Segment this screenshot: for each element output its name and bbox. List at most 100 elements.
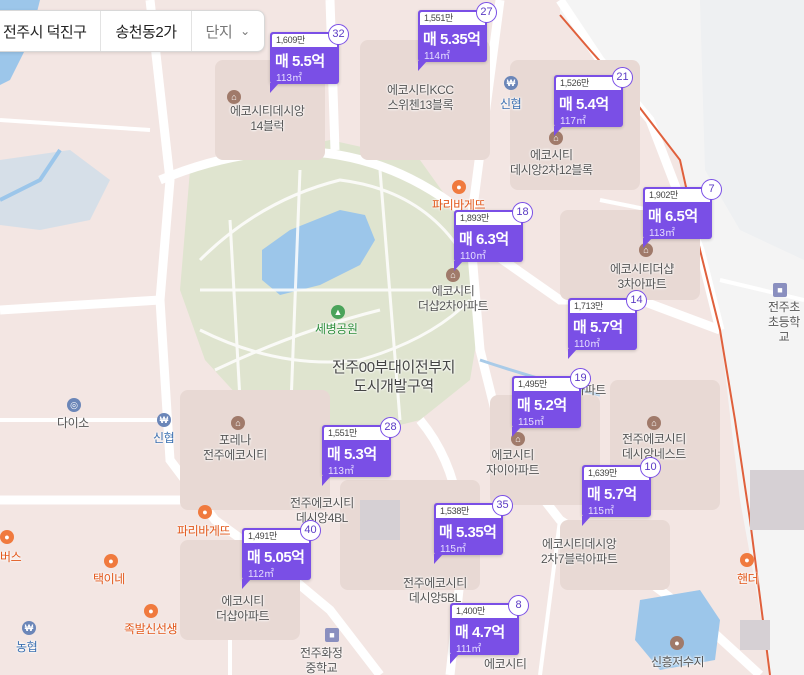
chevron-down-icon: ⌄ bbox=[240, 24, 250, 38]
listing-count-badge: 18 bbox=[512, 202, 533, 223]
listing-count-badge: 27 bbox=[476, 2, 497, 23]
listing-count-badge: 32 bbox=[328, 24, 349, 45]
complex-type-label: 단지 bbox=[205, 23, 233, 41]
breadcrumb-dong[interactable]: 송천동2가 bbox=[100, 11, 190, 51]
place-label: 전주에코시티 데시앙5BL bbox=[403, 576, 467, 605]
area-label: 113㎡ bbox=[276, 73, 302, 84]
place-label: 에코시티더샵 3차아파트 bbox=[610, 262, 674, 291]
place-label: 포레나 전주에코시티 bbox=[203, 433, 267, 462]
complex-price-marker[interactable]: 1,639만 매 5.7억 115㎡ 10 bbox=[582, 457, 661, 526]
place-label: 전주화정 중학교 bbox=[300, 646, 343, 675]
complex-price-marker[interactable]: 1,491만 매 5.05억 112㎡ 40 bbox=[242, 520, 321, 589]
area-label: 115㎡ bbox=[588, 506, 614, 517]
restaurant-icon: ● bbox=[740, 553, 754, 567]
sale-price-label: 매 6.5억 bbox=[648, 208, 698, 225]
complex-price-marker[interactable]: 1,538만 매 5.35억 115㎡ 35 bbox=[434, 495, 513, 564]
place-label: 에코시티데시앙 14블럭 bbox=[230, 104, 305, 133]
sale-price-label: 매 5.3억 bbox=[327, 446, 377, 463]
sale-price-label: 매 4.7억 bbox=[455, 624, 505, 641]
complex-price-marker[interactable]: 1,526만 매 5.4억 117㎡ 21 bbox=[554, 67, 633, 136]
place-label: 에코시티 더샵아파트 bbox=[216, 594, 270, 623]
area-label: 113㎡ bbox=[328, 466, 354, 477]
school-icon: ■ bbox=[773, 283, 787, 297]
marker-tail bbox=[643, 238, 652, 248]
bank-icon: ₩ bbox=[157, 413, 171, 427]
apartment-icon: ⌂ bbox=[227, 90, 241, 104]
listing-count-badge: 40 bbox=[300, 520, 321, 541]
listing-count-badge: 8 bbox=[508, 595, 529, 616]
place-label: 세병공원 bbox=[315, 322, 358, 336]
apartment-icon: ⌂ bbox=[231, 416, 245, 430]
area-label: 112㎡ bbox=[248, 569, 274, 580]
listing-count-badge: 21 bbox=[612, 67, 633, 88]
place-label: 버스 bbox=[0, 550, 22, 564]
restaurant-icon: ● bbox=[0, 530, 14, 544]
area-label: 114㎡ bbox=[424, 51, 450, 62]
place-label: 파리바게뜨 bbox=[177, 524, 231, 538]
complex-price-marker[interactable]: 1,495만 매 5.2억 115㎡ 19 bbox=[512, 368, 591, 437]
listing-count-badge: 19 bbox=[570, 368, 591, 389]
area-label: 115㎡ bbox=[518, 417, 544, 428]
marker-tail bbox=[512, 427, 521, 437]
complex-price-marker[interactable]: 1,893만 매 6.3억 110㎡ 18 bbox=[454, 202, 533, 271]
reservoir-icon: ● bbox=[670, 636, 684, 650]
place-label: 신흥저수지 bbox=[651, 655, 705, 669]
bank-icon: ₩ bbox=[504, 76, 518, 90]
area-label: 110㎡ bbox=[574, 339, 600, 350]
marker-tail bbox=[322, 476, 331, 486]
place-label: 농협 bbox=[16, 640, 38, 654]
breadcrumb-region[interactable]: 전주시 덕진구 bbox=[0, 11, 100, 51]
region-breadcrumb: 전주시 덕진구 송천동2가 단지 ⌄ bbox=[0, 10, 265, 52]
shop-icon: ◎ bbox=[67, 398, 81, 412]
sale-price-label: 매 5.7억 bbox=[587, 486, 637, 503]
restaurant-icon: ● bbox=[198, 505, 212, 519]
park-icon: ▲ bbox=[331, 305, 345, 319]
marker-tail bbox=[434, 554, 443, 564]
restaurant-icon: ● bbox=[104, 554, 118, 568]
sale-price-label: 매 6.3억 bbox=[459, 231, 509, 248]
place-label: 에코시티 bbox=[484, 657, 527, 671]
place-label: 에코시티KCC 스위첸13블록 bbox=[387, 83, 454, 112]
listing-count-badge: 28 bbox=[380, 417, 401, 438]
complex-type-dropdown[interactable]: 단지 ⌄ bbox=[190, 11, 264, 51]
sale-price-label: 매 5.7억 bbox=[573, 319, 623, 336]
complex-price-marker[interactable]: 1,713만 매 5.7억 110㎡ 14 bbox=[568, 290, 647, 359]
place-label: 핸더 bbox=[737, 572, 759, 586]
place-label: 전주에코시티 데시앙4BL bbox=[290, 496, 354, 525]
place-label: 다이소 bbox=[57, 416, 89, 430]
complex-price-marker[interactable]: 1,551만 매 5.3억 113㎡ 28 bbox=[322, 417, 401, 486]
restaurant-icon: ● bbox=[144, 604, 158, 618]
apartment-icon: ⌂ bbox=[647, 416, 661, 430]
marker-tail bbox=[270, 83, 279, 93]
place-label: 신협 bbox=[500, 97, 522, 111]
complex-price-marker[interactable]: 1,902만 매 6.5억 113㎡ 7 bbox=[643, 179, 722, 248]
listing-count-badge: 35 bbox=[492, 495, 513, 516]
bank-icon: ₩ bbox=[22, 621, 36, 635]
complex-price-marker[interactable]: 1,609만 매 5.5억 113㎡ 32 bbox=[270, 24, 349, 93]
sale-price-label: 매 5.2억 bbox=[517, 397, 567, 414]
place-label: 택이네 bbox=[93, 572, 125, 586]
complex-price-marker[interactable]: 1,400만 매 4.7억 111㎡ 8 bbox=[450, 595, 529, 664]
school-icon: ■ bbox=[325, 628, 339, 642]
area-label: 113㎡ bbox=[649, 228, 675, 239]
sale-price-label: 매 5.5억 bbox=[275, 53, 325, 70]
place-label: 전주초 초등학교 bbox=[768, 300, 800, 344]
marker-tail bbox=[568, 349, 577, 359]
place-label: 에코시티 자이아파트 bbox=[486, 448, 540, 477]
complex-price-marker[interactable]: 1,551만 매 5.35억 114㎡ 27 bbox=[418, 2, 497, 71]
area-label: 117㎡ bbox=[560, 116, 586, 127]
marker-tail bbox=[582, 516, 591, 526]
place-label: 족발신선생 bbox=[124, 622, 178, 636]
place-label: 에코시티 더샵2차아파트 bbox=[418, 284, 489, 313]
marker-tail bbox=[454, 261, 463, 271]
marker-tail bbox=[418, 61, 427, 71]
area-label: 115㎡ bbox=[440, 544, 466, 555]
listing-count-badge: 10 bbox=[640, 457, 661, 478]
area-label: 111㎡ bbox=[456, 644, 482, 655]
place-label: 에코시티데시앙 2차7블럭아파트 bbox=[541, 537, 618, 566]
district-label: 전주00부대이전부지 도시개발구역 bbox=[332, 359, 456, 395]
place-label: 에코시티 데시앙2차12블록 bbox=[510, 148, 593, 177]
listing-count-badge: 14 bbox=[626, 290, 647, 311]
marker-tail bbox=[242, 579, 251, 589]
restaurant-icon: ● bbox=[452, 180, 466, 194]
